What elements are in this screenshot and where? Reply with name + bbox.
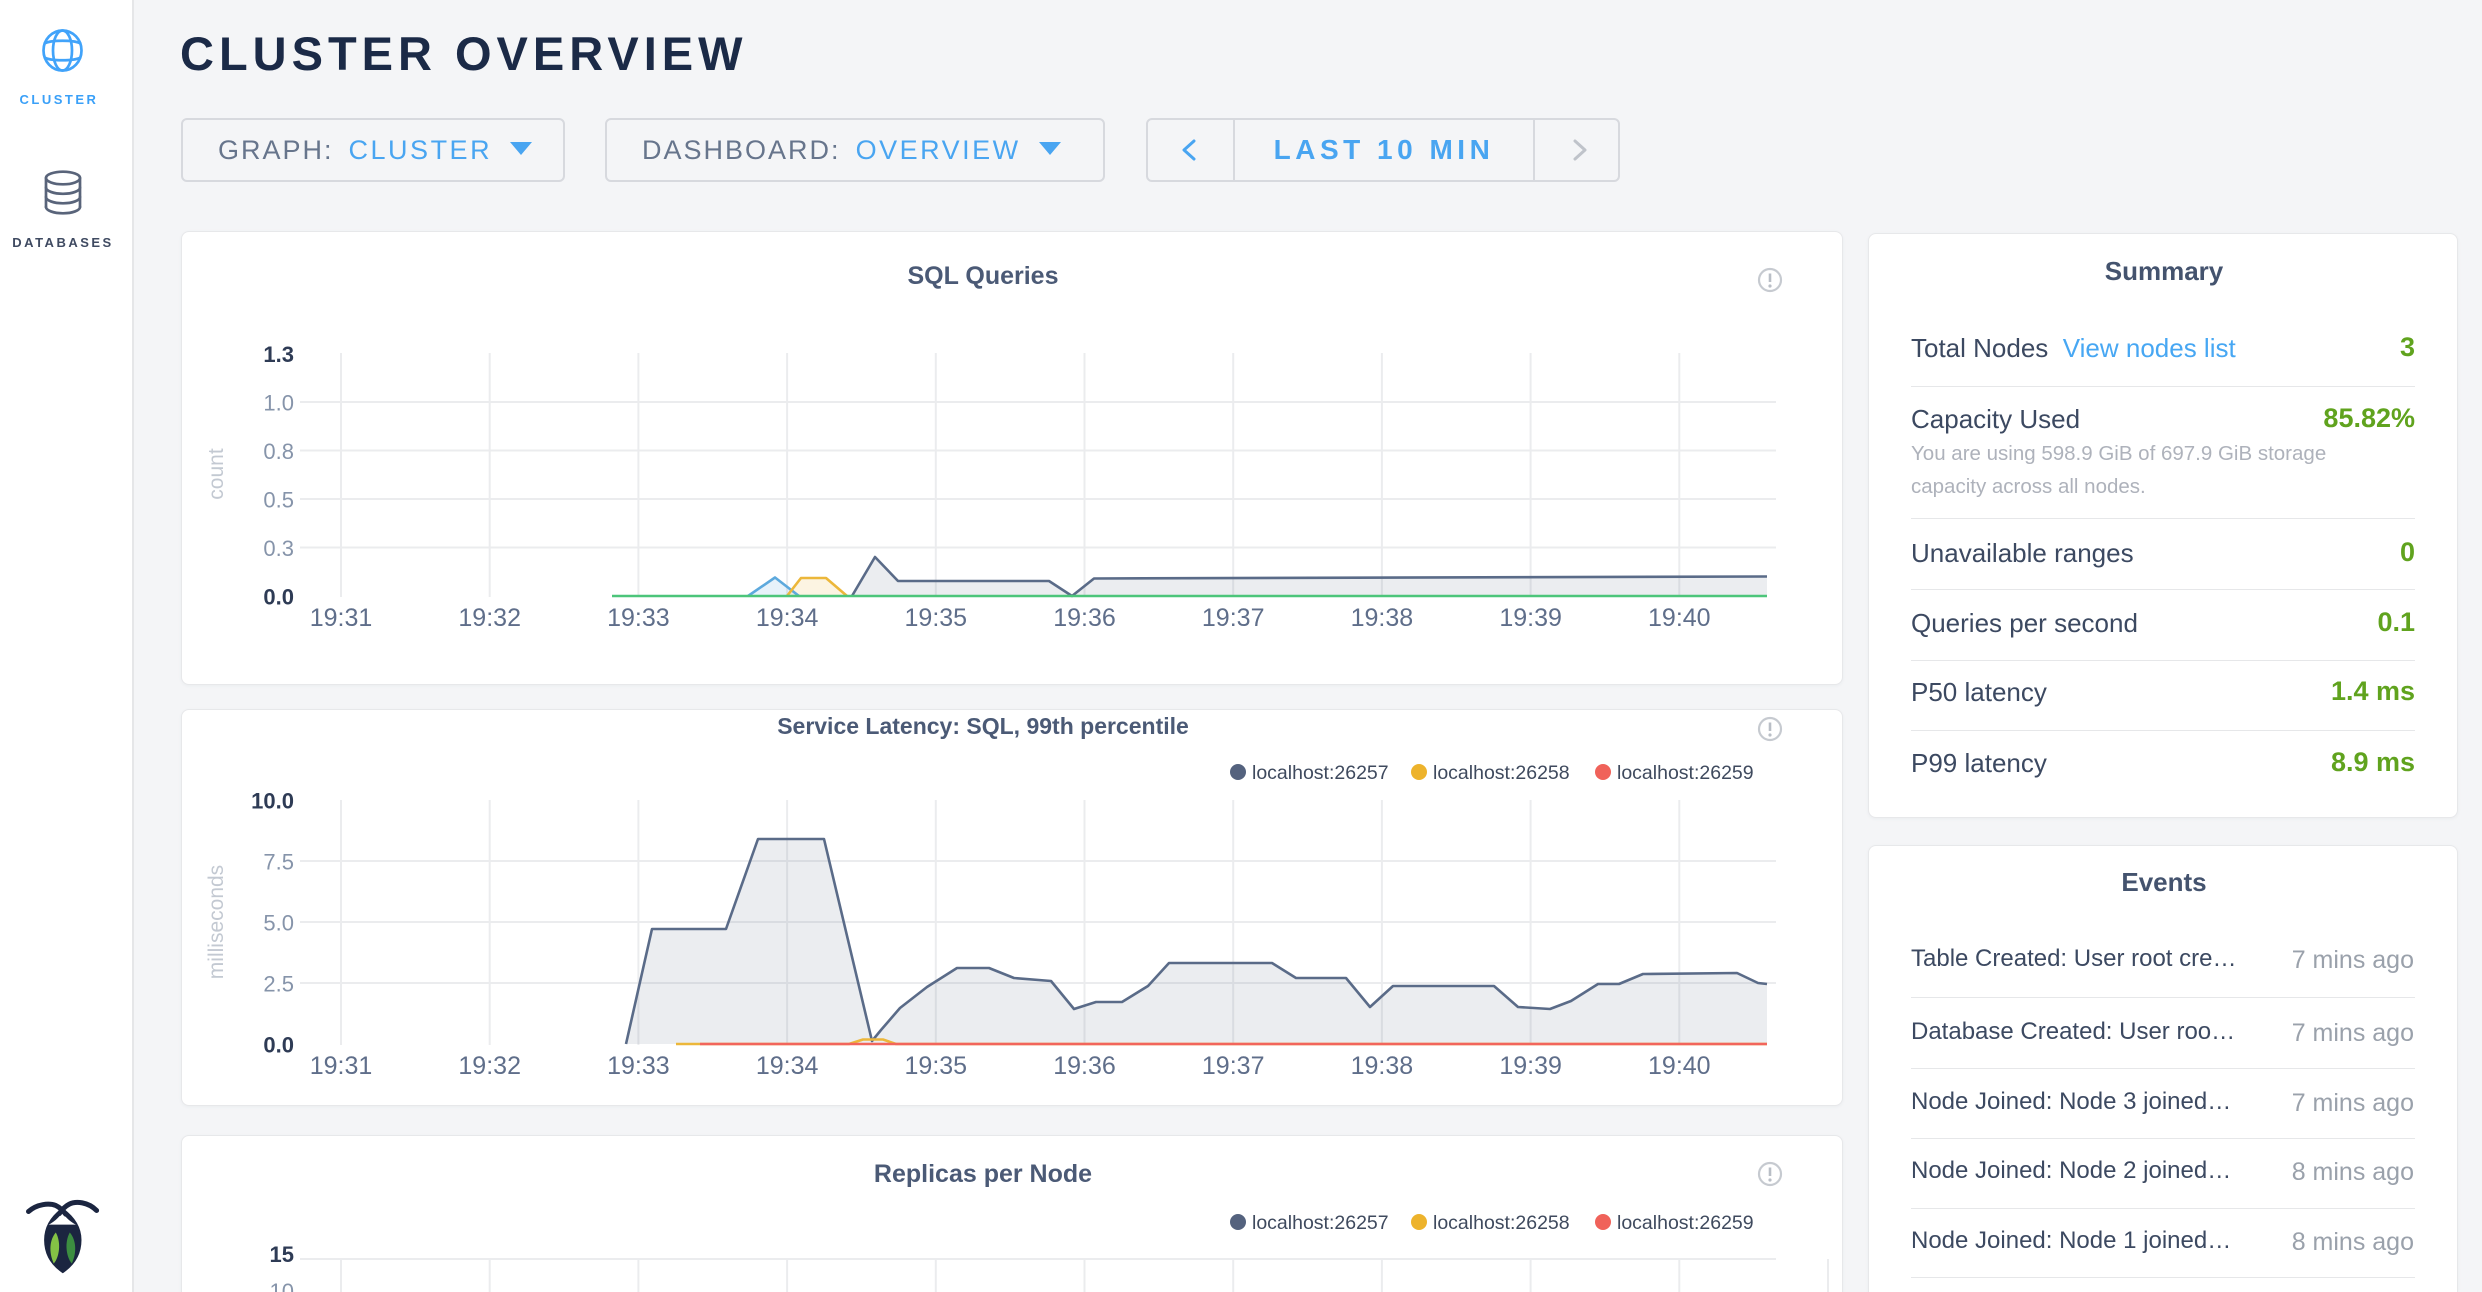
- svg-text:19:31: 19:31: [310, 1052, 373, 1080]
- svg-text:0.0: 0.0: [263, 1033, 294, 1058]
- svg-text:15: 15: [270, 1242, 294, 1267]
- svg-text:milliseconds: milliseconds: [205, 865, 228, 979]
- svg-text:19:35: 19:35: [905, 1052, 968, 1080]
- svg-text:19:39: 19:39: [1499, 604, 1562, 632]
- svg-text:19:35: 19:35: [905, 604, 968, 632]
- svg-text:19:40: 19:40: [1648, 604, 1711, 632]
- svg-text:0.5: 0.5: [263, 488, 294, 513]
- svg-text:7.5: 7.5: [263, 850, 294, 875]
- svg-text:10: 10: [270, 1279, 294, 1292]
- svg-text:19:38: 19:38: [1351, 604, 1414, 632]
- svg-text:19:34: 19:34: [756, 1052, 819, 1080]
- svg-text:localhost:26257: localhost:26257: [1252, 762, 1389, 784]
- svg-text:0.0: 0.0: [263, 585, 294, 610]
- svg-text:5.0: 5.0: [263, 911, 294, 936]
- svg-text:count: count: [205, 448, 228, 500]
- svg-text:19:32: 19:32: [458, 604, 521, 632]
- svg-text:1.0: 1.0: [263, 391, 294, 416]
- svg-text:19:40: 19:40: [1648, 1052, 1711, 1080]
- svg-text:localhost:26258: localhost:26258: [1433, 762, 1570, 784]
- svg-text:0.3: 0.3: [263, 536, 294, 561]
- svg-text:localhost:26258: localhost:26258: [1433, 1212, 1570, 1234]
- svg-text:0.8: 0.8: [263, 439, 294, 464]
- svg-text:19:37: 19:37: [1202, 1052, 1265, 1080]
- svg-text:localhost:26259: localhost:26259: [1617, 762, 1754, 784]
- svg-text:SQL Queries: SQL Queries: [908, 262, 1059, 290]
- svg-text:19:38: 19:38: [1351, 1052, 1414, 1080]
- svg-text:19:39: 19:39: [1499, 1052, 1562, 1080]
- svg-text:Replicas per Node: Replicas per Node: [874, 1160, 1092, 1188]
- svg-text:19:33: 19:33: [607, 604, 670, 632]
- svg-text:Service Latency: SQL, 99th per: Service Latency: SQL, 99th percentile: [777, 713, 1189, 739]
- svg-text:10.0: 10.0: [251, 789, 294, 814]
- svg-text:localhost:26259: localhost:26259: [1617, 1212, 1754, 1234]
- svg-text:19:37: 19:37: [1202, 604, 1265, 632]
- svg-text:19:31: 19:31: [310, 604, 373, 632]
- svg-text:localhost:26257: localhost:26257: [1252, 1212, 1389, 1234]
- svg-text:19:36: 19:36: [1053, 604, 1116, 632]
- svg-text:19:33: 19:33: [607, 1052, 670, 1080]
- svg-text:19:34: 19:34: [756, 604, 819, 632]
- svg-text:1.3: 1.3: [263, 342, 294, 367]
- svg-text:19:36: 19:36: [1053, 1052, 1116, 1080]
- svg-text:2.5: 2.5: [263, 972, 294, 997]
- svg-text:19:32: 19:32: [458, 1052, 521, 1080]
